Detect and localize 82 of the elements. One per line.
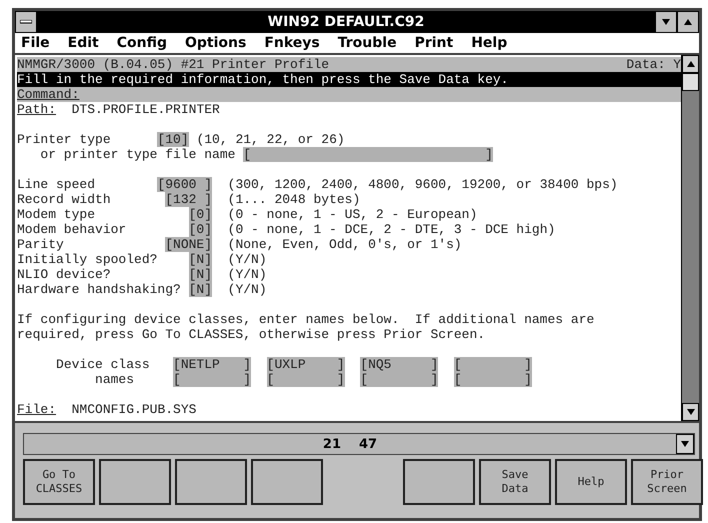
input-field[interactable]: [0]: [188, 207, 212, 222]
function-key[interactable]: Help: [555, 459, 627, 505]
input-field[interactable]: [ ]: [173, 372, 252, 387]
function-key[interactable]: [403, 459, 475, 505]
instruction-text: required, press Go To CLASSES, otherwise press Prior Screen.: [17, 327, 486, 342]
up-arrow-icon[interactable]: [684, 19, 692, 25]
dash-icon: [20, 20, 32, 24]
field-hint: (Y/N): [228, 282, 267, 297]
field-label: Line speed: [17, 177, 96, 192]
field-hint: (0 - none, 1 - US, 2 - European): [228, 207, 478, 222]
menu-item[interactable]: Fnkeys: [264, 35, 320, 51]
field-label: Device class: [56, 357, 150, 372]
input-field[interactable]: [N]: [188, 252, 212, 267]
field-hint: (Y/N): [228, 267, 267, 282]
file-value: NMCONFIG.PUB.SYS: [72, 402, 196, 417]
field-label: names: [95, 372, 134, 387]
down-arrow-icon[interactable]: [662, 19, 670, 25]
menu-item[interactable]: Options: [185, 35, 246, 51]
field-hint: (0 - none, 1 - DCE, 2 - DTE, 3 - DCE high): [228, 222, 556, 237]
field-hint: (10, 21, 22, or 26): [196, 132, 345, 147]
function-key[interactable]: [175, 459, 247, 505]
maximize-button[interactable]: [677, 11, 699, 33]
field-label: Hardware handshaking?: [17, 282, 181, 297]
input-field[interactable]: [9600 ]: [157, 177, 212, 192]
field-label: Modem type: [17, 207, 96, 222]
scrollbar[interactable]: [681, 55, 699, 421]
input-field[interactable]: [10]: [157, 132, 189, 147]
field-label: Initially spooled?: [17, 252, 158, 267]
prompt-message: Fill in the required information, then press the Save Data key.: [17, 72, 508, 87]
data-indicator: Data: Y: [626, 57, 681, 72]
function-key[interactable]: Go To CLASSES: [23, 459, 95, 505]
screen-header: NMMGR/3000 (B.04.05) #21 Printer Profile: [17, 57, 330, 72]
input-field[interactable]: [NONE]: [165, 237, 212, 252]
field-label: Printer type: [17, 132, 112, 147]
up-arrow-icon[interactable]: [686, 61, 694, 67]
field-label: Parity: [17, 237, 64, 252]
function-key[interactable]: [99, 459, 171, 505]
scroll-thumb[interactable]: [682, 73, 699, 91]
menu-item[interactable]: Edit: [68, 35, 99, 51]
function-key[interactable]: Save Data: [479, 459, 551, 505]
input-field[interactable]: [NETLP ]: [173, 357, 252, 372]
input-field[interactable]: [ ]: [266, 372, 345, 387]
field-hint: (None, Even, Odd, 0's, or 1's): [228, 237, 462, 252]
field-label: NLIO device?: [17, 267, 111, 282]
path-value: DTS.PROFILE.PRINTER: [72, 102, 220, 117]
field-label: Record width: [17, 192, 111, 207]
input-field[interactable]: [NQ5 ]: [360, 357, 438, 372]
input-field[interactable]: [132 ]: [165, 192, 212, 207]
scroll-up-button[interactable]: [682, 55, 699, 73]
dropdown-button[interactable]: [676, 434, 694, 454]
menu-item[interactable]: Help: [471, 35, 508, 51]
path-label: Path:: [17, 102, 56, 117]
field-hint: (1... 2048 bytes): [228, 192, 360, 207]
cursor-row: 21: [322, 436, 341, 452]
field-label: or printer type file name: [40, 147, 236, 162]
minimize-button[interactable]: [655, 11, 677, 33]
input-field[interactable]: [ ]: [360, 372, 438, 387]
input-field[interactable]: [N]: [188, 267, 212, 282]
input-field[interactable]: [N]: [188, 282, 212, 297]
instruction-text: If configuring device classes, enter names below. If additional names are: [17, 312, 594, 327]
field-hint: (Y/N): [228, 252, 267, 267]
input-field[interactable]: [UXLP ]: [266, 357, 345, 372]
input-field[interactable]: [0]: [188, 222, 212, 237]
window-title: WIN92 DEFAULT.C92: [266, 13, 426, 32]
menu-item[interactable]: Print: [414, 35, 454, 51]
menu-item[interactable]: Trouble: [338, 35, 397, 51]
function-key[interactable]: Prior Screen: [631, 459, 703, 505]
scroll-down-button[interactable]: [682, 403, 699, 421]
input-field[interactable]: [ ]: [243, 147, 493, 162]
function-key[interactable]: [251, 459, 323, 505]
menu-item[interactable]: File: [21, 35, 50, 51]
input-field[interactable]: [ ]: [454, 357, 532, 372]
field-hint: (300, 1200, 2400, 4800, 9600, 19200, or 38400 bps): [228, 177, 618, 192]
cursor-column: 47: [359, 436, 378, 452]
menu-item[interactable]: Config: [116, 35, 167, 51]
down-arrow-icon[interactable]: [686, 409, 694, 415]
input-field[interactable]: [ ]: [454, 372, 532, 387]
field-label: Modem behavior: [17, 222, 126, 237]
command-label: Command:: [17, 87, 80, 102]
down-arrow-icon[interactable]: [681, 441, 689, 447]
control-menu-button[interactable]: [15, 11, 37, 33]
file-label: File:: [17, 402, 56, 417]
